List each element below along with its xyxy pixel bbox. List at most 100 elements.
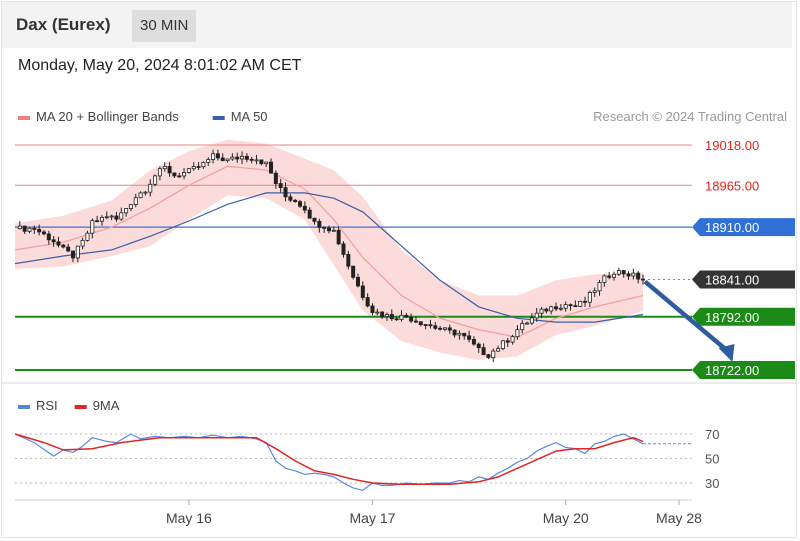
candle-body bbox=[554, 306, 559, 310]
candle-body bbox=[326, 227, 331, 232]
price-legend: MA 20 + Bollinger Bands MA 50 bbox=[18, 109, 268, 124]
candle-body bbox=[355, 276, 360, 287]
candle-body bbox=[515, 329, 520, 338]
candle-body bbox=[235, 156, 240, 160]
candle-body bbox=[583, 300, 588, 303]
candle-body bbox=[336, 229, 341, 245]
candle-body bbox=[423, 324, 428, 326]
candle-body bbox=[293, 199, 298, 203]
candle-body bbox=[191, 166, 196, 170]
candle-body bbox=[37, 228, 42, 233]
candle-body bbox=[346, 253, 351, 267]
candle-body bbox=[148, 183, 153, 193]
level-label-4: 18792.00 bbox=[705, 310, 759, 325]
candle-body bbox=[491, 350, 496, 358]
candle-body bbox=[568, 304, 573, 307]
level-label-2: 18910.00 bbox=[705, 220, 759, 235]
candle-body bbox=[505, 340, 510, 343]
candle-body bbox=[167, 166, 172, 174]
candle-body bbox=[389, 314, 394, 320]
candle-body bbox=[351, 265, 356, 278]
candle-body bbox=[46, 233, 51, 241]
candle-body bbox=[467, 335, 472, 340]
candle-body bbox=[631, 272, 636, 277]
candle-body bbox=[462, 332, 467, 337]
rsi-legend-label-1: 9MA bbox=[93, 398, 120, 413]
candle-body bbox=[563, 304, 568, 309]
candle-body bbox=[206, 159, 211, 163]
candle-body bbox=[225, 158, 230, 162]
candle-body bbox=[27, 227, 32, 232]
candle-body bbox=[85, 232, 90, 241]
candle-body bbox=[220, 157, 225, 162]
candle-body bbox=[177, 175, 182, 178]
candle-body bbox=[602, 275, 607, 283]
rsi-legend-swatch-0 bbox=[18, 405, 30, 409]
rsi-legend-label-0: RSI bbox=[36, 398, 58, 413]
candle-body bbox=[312, 217, 317, 222]
time-axis-label-3: May 28 bbox=[656, 510, 702, 526]
candle-body bbox=[196, 166, 201, 168]
candle-body bbox=[457, 332, 462, 336]
candle-body bbox=[626, 273, 631, 277]
candle-body bbox=[375, 311, 380, 314]
candle-body bbox=[61, 244, 66, 248]
candle-body bbox=[172, 172, 177, 177]
candle-body bbox=[215, 153, 220, 159]
candle-body bbox=[186, 168, 191, 173]
candle-body bbox=[621, 270, 626, 275]
price-legend-label-0: MA 20 + Bollinger Bands bbox=[36, 109, 179, 124]
candle-body bbox=[438, 327, 443, 330]
candle-body bbox=[641, 278, 646, 281]
candle-body bbox=[75, 245, 80, 259]
candle-body bbox=[476, 343, 481, 349]
candle-body bbox=[428, 324, 433, 327]
time-axis-label-0: May 16 bbox=[166, 510, 212, 526]
candle-body bbox=[360, 285, 365, 298]
candle-body bbox=[201, 161, 206, 168]
level-label-0: 19018.00 bbox=[705, 138, 759, 153]
candle-body bbox=[587, 292, 592, 303]
candle-body bbox=[322, 226, 327, 229]
candle-body bbox=[182, 172, 187, 177]
candle-body bbox=[302, 205, 307, 211]
candle-body bbox=[597, 282, 602, 292]
candle-body bbox=[607, 275, 612, 278]
candle-body bbox=[500, 340, 505, 350]
candle-body bbox=[380, 311, 385, 318]
candle-body bbox=[384, 314, 389, 318]
candle-body bbox=[264, 161, 269, 165]
candle-body bbox=[433, 325, 438, 329]
time-axis-label-2: May 20 bbox=[543, 510, 589, 526]
candle-body bbox=[104, 216, 109, 219]
candle-body bbox=[549, 306, 554, 312]
rsi-tick-label-0: 70 bbox=[705, 427, 719, 442]
candle-body bbox=[404, 314, 409, 318]
rsi-tick-label-1: 50 bbox=[705, 452, 719, 467]
candle-body bbox=[157, 168, 162, 177]
candle-body bbox=[331, 229, 336, 232]
candle-body bbox=[119, 212, 124, 220]
candle-body bbox=[143, 191, 148, 194]
rsi-line bbox=[14, 433, 644, 492]
candle-body bbox=[510, 336, 515, 343]
candle-body bbox=[114, 215, 119, 220]
candle-body bbox=[128, 204, 133, 209]
candle-body bbox=[520, 323, 525, 331]
rsi-tick-label-2: 30 bbox=[705, 476, 719, 491]
candle-body bbox=[481, 347, 486, 356]
candle-body bbox=[486, 354, 491, 358]
candle-body bbox=[612, 273, 617, 278]
time-axis-label-1: May 17 bbox=[350, 510, 396, 526]
candle-body bbox=[22, 225, 27, 232]
candle-body bbox=[211, 153, 216, 161]
chart-canvas: MA 20 + Bollinger Bands MA 50 Research © 2… bbox=[2, 109, 797, 526]
candle-body bbox=[409, 316, 414, 322]
candle-body bbox=[230, 156, 235, 160]
candle-body bbox=[529, 317, 534, 324]
candle-body bbox=[447, 327, 452, 331]
candle-body bbox=[317, 221, 322, 228]
candle-body bbox=[471, 339, 476, 345]
price-legend-swatch-1 bbox=[212, 116, 225, 120]
candle-body bbox=[254, 159, 259, 162]
